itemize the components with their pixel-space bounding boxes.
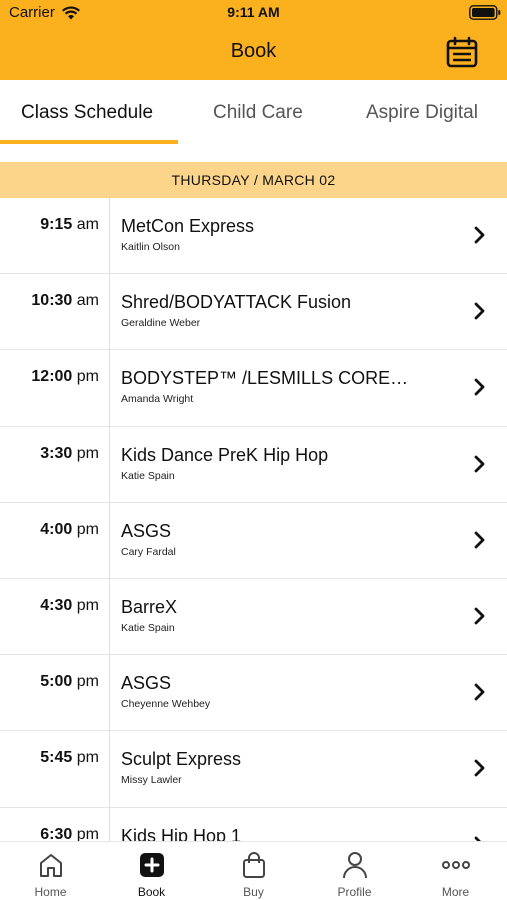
more-dots-icon bbox=[441, 861, 470, 869]
class-instructor: Katie Spain bbox=[121, 469, 175, 482]
class-row[interactable]: 5:45 pm Sculpt Express Missy Lawler bbox=[0, 731, 507, 808]
calendar-icon[interactable] bbox=[446, 36, 478, 68]
tabbar-buy[interactable]: Buy bbox=[203, 842, 304, 900]
chevron-right-icon bbox=[474, 607, 485, 625]
class-name: BarreX bbox=[121, 596, 178, 617]
nav-bar: Book bbox=[0, 26, 507, 80]
chevron-right-icon bbox=[474, 378, 485, 396]
class-name: Kids Dance PreK Hip Hop bbox=[121, 444, 329, 465]
class-name: ASGS bbox=[121, 673, 172, 694]
tabbar-book[interactable]: Book bbox=[101, 842, 202, 900]
class-instructor: Cary Fardal bbox=[121, 545, 176, 558]
class-name: Shred/BODYATTACK Fusion bbox=[121, 292, 352, 313]
class-name: MetCon Express bbox=[121, 216, 255, 236]
class-row[interactable]: 9:15 am MetCon Express Kaitlin Olson bbox=[0, 198, 507, 275]
class-name: Sculpt Express bbox=[121, 749, 242, 770]
tabbar-home[interactable]: Home bbox=[0, 842, 101, 900]
class-instructor: Katie Spain bbox=[121, 621, 175, 634]
status-time: 9:11 AM bbox=[227, 4, 280, 20]
class-time: 5:00 pm bbox=[40, 673, 99, 691]
class-row[interactable]: 12:00 pm BODYSTEP™ /LESMILLS CORE… Amand… bbox=[0, 350, 507, 427]
segment-tabs: Class Schedule Child Care Aspire Digital bbox=[0, 80, 507, 144]
class-time: 4:00 pm bbox=[40, 520, 99, 538]
class-time: 10:30 am bbox=[31, 292, 99, 310]
class-row[interactable]: 4:30 pm BarreX Katie Spain bbox=[0, 579, 507, 656]
tabbar-profile[interactable]: Profile bbox=[304, 842, 405, 900]
person-icon bbox=[342, 852, 367, 879]
class-time: 12:00 pm bbox=[31, 368, 99, 386]
home-icon bbox=[39, 854, 62, 877]
class-instructor: Geraldine Weber bbox=[121, 317, 201, 330]
chevron-right-icon bbox=[474, 531, 485, 549]
class-instructor: Cheyenne Wehbey bbox=[121, 698, 211, 711]
tab-child-care[interactable]: Child Care bbox=[213, 102, 303, 124]
tabbar-more[interactable]: More bbox=[405, 842, 506, 900]
class-time: 4:30 pm bbox=[40, 596, 99, 614]
shopping-bag-icon bbox=[242, 852, 265, 878]
page-title: Book bbox=[230, 40, 277, 62]
chevron-right-icon bbox=[474, 759, 485, 777]
class-row[interactable]: 6:30 pm Kids Hip Hop 1 bbox=[0, 808, 507, 842]
class-name: ASGS bbox=[121, 520, 172, 541]
chevron-right-icon bbox=[474, 302, 485, 320]
class-row[interactable]: 5:00 pm ASGS Cheyenne Wehbey bbox=[0, 655, 507, 732]
tabbar-label: Home bbox=[34, 885, 67, 899]
class-time: 9:15 am bbox=[40, 216, 99, 233]
class-row[interactable]: 10:30 am Shred/BODYATTACK Fusion Geraldi… bbox=[0, 274, 507, 351]
class-instructor: Missy Lawler bbox=[121, 774, 182, 787]
class-time: 3:30 pm bbox=[40, 444, 99, 462]
class-name: Kids Hip Hop 1 bbox=[121, 825, 242, 842]
bottom-tab-bar: Home Book Buy Profile More bbox=[0, 841, 507, 900]
chevron-right-icon bbox=[474, 226, 485, 244]
tab-class-schedule[interactable]: Class Schedule bbox=[21, 102, 153, 124]
tabbar-label: More bbox=[441, 885, 470, 899]
plus-square-icon bbox=[139, 853, 164, 877]
class-row[interactable]: 3:30 pm Kids Dance PreK Hip Hop Katie Sp… bbox=[0, 427, 507, 503]
chevron-right-icon bbox=[474, 455, 485, 472]
class-instructor: Amanda Wright bbox=[121, 393, 194, 406]
class-list: 9:15 am MetCon Express Kaitlin Olson 10:… bbox=[0, 198, 507, 841]
tabbar-label: Buy bbox=[243, 885, 264, 899]
battery-icon bbox=[469, 5, 501, 20]
tab-aspire-digital[interactable]: Aspire Digital bbox=[366, 102, 478, 124]
class-name: BODYSTEP™ /LESMILLS CORE… bbox=[121, 368, 409, 389]
tabbar-label: Profile bbox=[337, 885, 372, 899]
active-tab-indicator bbox=[0, 140, 178, 144]
class-row[interactable]: 4:00 pm ASGS Cary Fardal bbox=[0, 503, 507, 579]
status-bar: Carrier 9:11 AM bbox=[0, 0, 507, 26]
date-header: THURSDAY / MARCH 02 bbox=[0, 162, 507, 198]
class-instructor: Kaitlin Olson bbox=[121, 241, 180, 253]
class-time: 5:45 pm bbox=[40, 749, 99, 767]
class-time: 6:30 pm bbox=[40, 825, 99, 842]
tabbar-label: Book bbox=[137, 885, 166, 899]
chevron-right-icon bbox=[474, 683, 485, 701]
